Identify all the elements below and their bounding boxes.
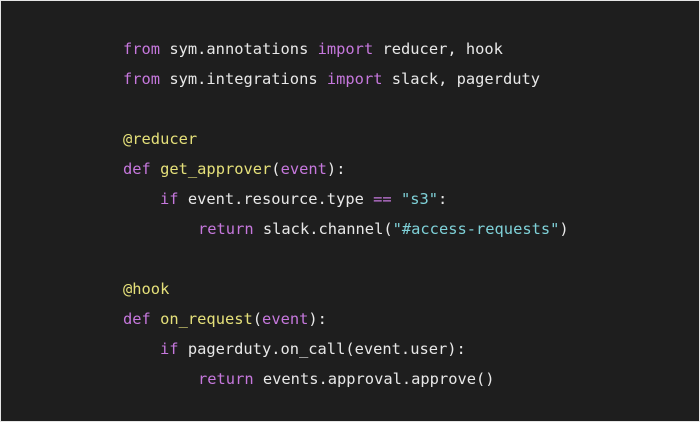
paren-close: ): [308, 310, 327, 328]
imported-names: slack, pagerduty [382, 70, 541, 88]
operator: == [373, 190, 392, 208]
decorator-reducer: @reducer [123, 130, 198, 148]
keyword-if: if [160, 190, 179, 208]
keyword-from: from [123, 70, 161, 88]
code-snippet-panel: from sym.annotations import reducer, hoo… [0, 0, 700, 422]
code-line-9: @hook [123, 274, 569, 304]
keyword-return: return [198, 370, 254, 388]
code-line-12: return events.approval.approve() [123, 364, 569, 394]
paren-close: ): [326, 160, 346, 178]
code-line-10: def on_request(event): [123, 304, 569, 334]
paren-close: ) [559, 220, 569, 238]
code-block: from sym.annotations import reducer, hoo… [123, 34, 569, 394]
keyword-import: import [317, 40, 374, 58]
code-line-6: if event.resource.type == "s3": [123, 184, 569, 214]
code-line-5: def get_approver(event): [123, 154, 569, 184]
expression: event.resource.type [178, 190, 374, 208]
code-line-3-blank [123, 94, 569, 124]
string-literal: "#access-requests" [392, 220, 560, 238]
code-line-11: if pagerduty.on_call(event.user): [123, 334, 569, 364]
keyword-if: if [160, 340, 179, 358]
code-line-2: from sym.integrations import slack, page… [123, 64, 569, 94]
string-literal: "s3" [400, 190, 439, 208]
module-name: sym.annotations [160, 40, 318, 58]
code-line-7: return slack.channel("#access-requests") [123, 214, 569, 244]
code-line-4: @reducer [123, 124, 569, 154]
keyword-def: def [123, 310, 151, 328]
keyword-from: from [123, 40, 161, 58]
imported-names: reducer, hook [373, 40, 503, 58]
code-line-8-blank [123, 244, 569, 274]
expression: pagerduty.on_call(event.user): [178, 340, 466, 358]
expression: slack.channel( [253, 220, 393, 238]
module-name: sym.integrations [160, 70, 327, 88]
keyword-import: import [326, 70, 383, 88]
expression: events.approval.approve() [253, 370, 495, 388]
code-line-1: from sym.annotations import reducer, hoo… [123, 34, 569, 64]
parameter: event [262, 310, 309, 328]
paren-open: ( [271, 160, 281, 178]
paren-open: ( [252, 310, 263, 328]
function-name: on_request [160, 310, 253, 328]
parameter: event [280, 160, 327, 178]
keyword-def: def [123, 160, 151, 178]
keyword-return: return [198, 220, 254, 238]
decorator-hook: @hook [123, 280, 170, 298]
colon: : [438, 190, 448, 208]
function-name: get_approver [160, 160, 272, 178]
